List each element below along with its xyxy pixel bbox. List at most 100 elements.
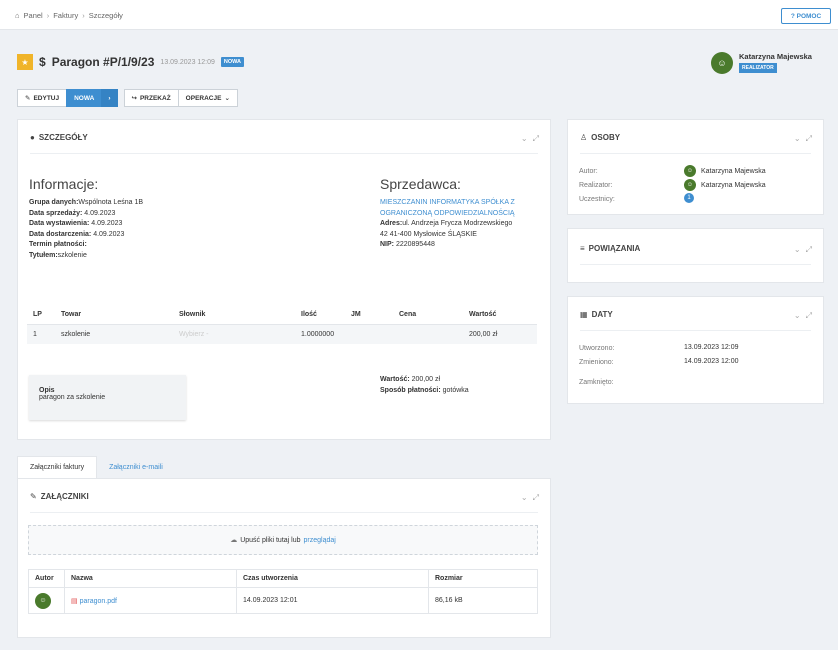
card-tools: ⌄ ⤢ <box>521 493 539 503</box>
breadcrumb-separator: › <box>82 11 85 20</box>
document-header: ★ $ Paragon #P/1/9/23 13.09.2023 12:09 N… <box>17 54 245 70</box>
attachments-header: ✎ ZAŁĄCZNIKI <box>30 492 89 501</box>
relations-title: POWIĄZANIA <box>588 244 641 253</box>
collapse-icon[interactable]: ⌄ <box>794 311 801 321</box>
pdf-icon: ▤ <box>71 597 78 605</box>
collapse-icon[interactable]: ⌄ <box>521 134 528 144</box>
tab-email-attachments[interactable]: Załączniki e-maili <box>97 456 175 478</box>
column-header: LP <box>27 306 55 325</box>
attachments-table: Autor Nazwa Czas utworzenia Rozmiar ☺ ▤ … <box>28 569 538 614</box>
edit-button-label: EDYTUJ <box>33 94 60 102</box>
table-cell: ☺ <box>28 587 65 614</box>
cloud-upload-icon: ☁ <box>230 537 238 544</box>
help-button[interactable]: ? POMOC <box>781 8 831 24</box>
seller-address: Adres:ul. Andrzeja Frycza Modrzewskiego <box>380 220 513 227</box>
payment-method: Sposób płatności: gotówka <box>380 386 469 394</box>
info-row: Data wystawienia: 4.09.2023 <box>29 220 123 227</box>
collapse-icon[interactable]: ⌄ <box>521 493 528 503</box>
avatar: ☺ <box>35 592 51 609</box>
status-button[interactable]: NOWA <box>66 89 103 107</box>
bookmark-icon[interactable]: ★ <box>17 54 33 70</box>
forward-button[interactable]: ↪ PRZEKAŻ <box>123 89 179 107</box>
dates-title: DATY <box>591 310 613 319</box>
breadcrumb-separator: › <box>46 11 50 20</box>
expand-icon[interactable]: ⤢ <box>806 134 812 144</box>
edit-button[interactable]: ✎ EDYTUJ <box>17 89 68 107</box>
seller-link[interactable]: OGRANICZONĄ ODPOWIEDZIALNOŚCIĄ <box>380 209 515 220</box>
info-row: Grupa danych:Wspólnota Leśna 1B <box>29 199 144 206</box>
modified-value: 14.09.2023 12:00 <box>684 358 739 365</box>
description-box: Opis paragon za szkolenie <box>29 375 186 420</box>
table-cell: 200,00 zł <box>463 324 537 344</box>
table-cell: szkolenie <box>55 324 173 344</box>
page-title: Paragon #P/1/9/23 <box>51 55 155 69</box>
created-value: 13.09.2023 12:09 <box>684 344 739 351</box>
divider <box>30 512 538 513</box>
expand-icon[interactable]: ⤢ <box>806 311 812 321</box>
card-tools: ⌄ ⤢ <box>521 134 539 144</box>
breadcrumb-current: Szczegóły <box>88 11 123 20</box>
created-label: Utworzono: <box>579 345 615 352</box>
dates-header: ▦ DATY <box>580 310 613 319</box>
collapse-icon[interactable]: ⌄ <box>794 134 801 144</box>
column-header: JM <box>345 306 393 325</box>
seller-address-2: 42 41-400 Mysłowice ŚLĄSKIE <box>380 230 477 238</box>
table-cell <box>345 324 393 344</box>
table-cell <box>393 324 463 344</box>
relations-card: ≡ POWIĄZANIA ⌄ ⤢ <box>567 228 824 283</box>
column-header: Towar <box>55 306 173 325</box>
breadcrumb-invoices[interactable]: Faktury <box>53 11 78 20</box>
attachments-title: ZAŁĄCZNIKI <box>40 492 89 501</box>
participants-label: Uczestnicy: <box>579 196 615 203</box>
divider <box>580 264 811 265</box>
column-header: Słownik <box>173 306 295 325</box>
divider <box>30 153 538 154</box>
info-icon: ● <box>30 133 35 142</box>
column-header: Ilość <box>295 306 345 325</box>
status-badge: NOWA <box>220 57 245 67</box>
role-badge: REALIZATOR <box>739 63 777 73</box>
assignee-label: Realizator: <box>579 182 613 189</box>
calendar-icon: ▦ <box>580 310 588 319</box>
participants-value[interactable]: 1 <box>684 193 694 203</box>
operations-dropdown[interactable]: OPERACJE ⌄ <box>177 89 238 107</box>
file-link[interactable]: paragon.pdf <box>80 598 117 605</box>
chevron-down-icon: ⌄ <box>224 95 230 102</box>
column-header: Czas utworzenia <box>236 569 429 588</box>
column-header: Cena <box>393 306 463 325</box>
expand-icon[interactable]: ⤢ <box>806 245 812 255</box>
expand-icon[interactable]: ⤢ <box>533 134 539 144</box>
column-header: Nazwa <box>64 569 237 588</box>
avatar: ☺ <box>711 52 733 74</box>
table-row: 1 szkolenie Wybierz - 1.0000000 200,00 z… <box>27 324 537 344</box>
breadcrumb-home[interactable]: Panel <box>24 11 43 20</box>
info-row: Data dostarczenia: 4.09.2023 <box>29 230 125 238</box>
table-row: ☺ ▤ paragon.pdf 14.09.2023 12:01 86,16 k… <box>28 587 538 614</box>
card-tools: ⌄ ⤢ <box>794 311 812 321</box>
dictionary-select[interactable]: Wybierz - <box>173 324 295 344</box>
avatar: ☺ <box>684 165 696 177</box>
seller-heading: Sprzedawca: <box>380 176 461 192</box>
collapse-icon[interactable]: ⌄ <box>794 245 801 255</box>
description-value: paragon za szkolenie <box>39 394 106 401</box>
browse-link[interactable]: przeglądaj <box>304 537 336 544</box>
relations-header: ≡ POWIĄZANIA <box>580 244 640 253</box>
expand-icon[interactable]: ⤢ <box>533 493 539 503</box>
current-user: ☺ Katarzyna Majewska REALIZATOR <box>711 52 812 74</box>
file-dropzone[interactable]: ☁ Upuść pliki tutaj lub przeglądaj <box>28 525 538 555</box>
people-title: OSOBY <box>591 133 621 142</box>
next-status-button[interactable]: › <box>101 89 118 107</box>
author-label: Autor: <box>579 168 598 175</box>
table-header: Autor Nazwa Czas utworzenia Rozmiar <box>28 569 538 588</box>
attachment-tabs: Załączniki faktury Załączniki e-maili <box>17 456 175 478</box>
home-icon[interactable]: ⌂ <box>15 11 20 20</box>
divider <box>580 153 811 154</box>
seller-link[interactable]: MIESZCZANIN INFORMATYKA SPÓŁKA Z <box>380 198 515 209</box>
operations-label: OPERACJE <box>185 94 222 102</box>
currency-icon: $ <box>39 55 46 69</box>
participants-count: 1 <box>684 193 694 203</box>
details-title: SZCZEGÓŁY <box>38 133 88 142</box>
action-toolbar: ✎ EDYTUJ NOWA › ↪ PRZEKAŻ OPERACJE ⌄ <box>17 89 238 107</box>
user-name: Katarzyna Majewska <box>739 52 812 61</box>
tab-invoice-attachments[interactable]: Załączniki faktury <box>17 456 98 478</box>
